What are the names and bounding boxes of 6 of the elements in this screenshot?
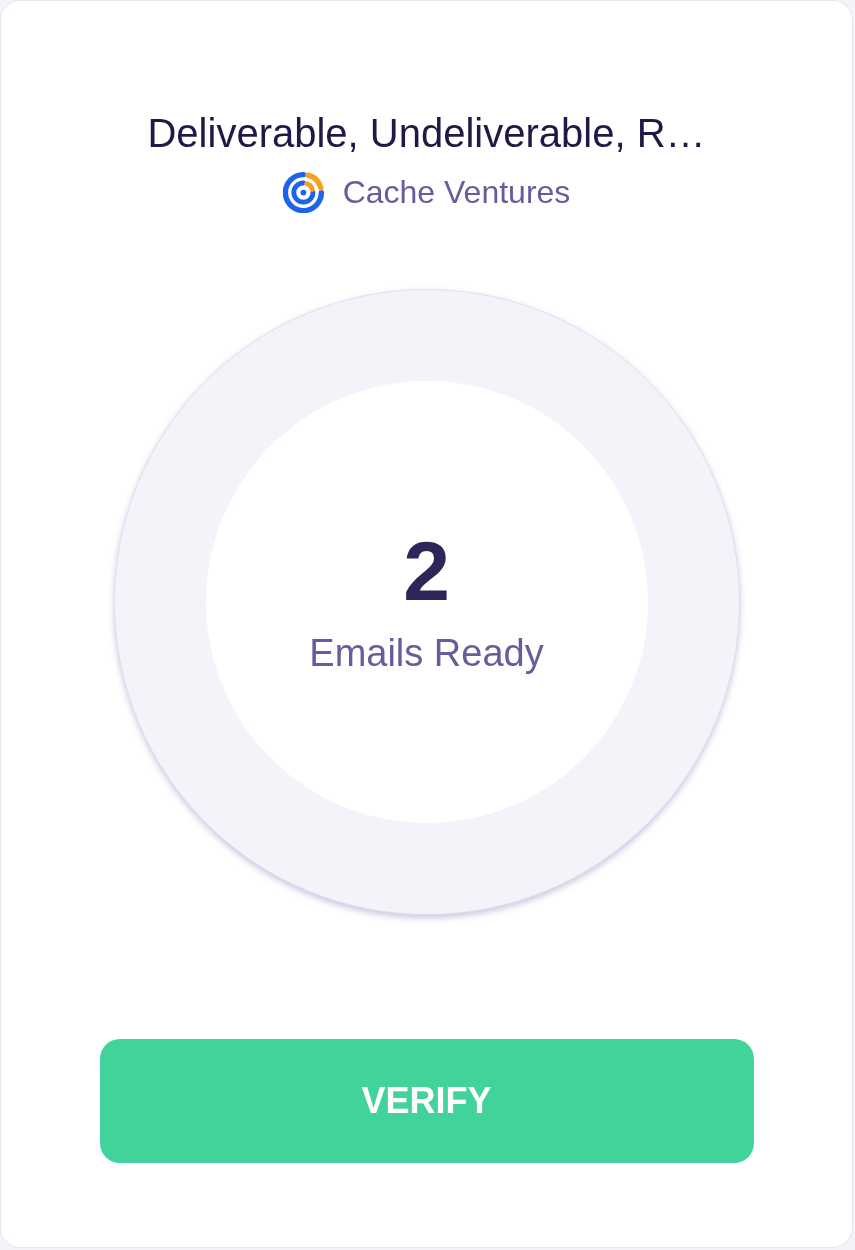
card-title: Deliverable, Undeliverable, R… xyxy=(147,110,706,157)
company-name: Cache Ventures xyxy=(342,173,571,212)
rings-logo-icon xyxy=(282,171,325,213)
verify-button[interactable]: VERIFY xyxy=(99,1039,754,1163)
count-label: Emails Ready xyxy=(309,631,544,675)
email-count: 2 xyxy=(403,529,450,613)
